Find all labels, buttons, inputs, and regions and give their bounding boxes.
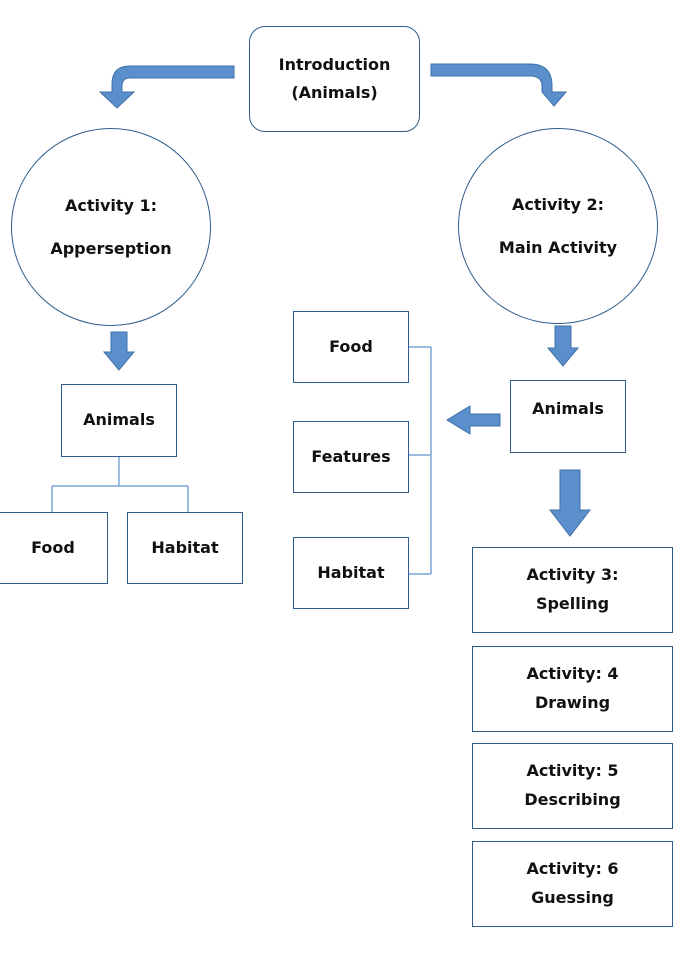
- arrow-activity2-to-animals: [546, 325, 580, 367]
- right-features-node: Features: [293, 421, 409, 493]
- right-food-label: Food: [329, 336, 373, 356]
- right-habitat-node: Habitat: [293, 537, 409, 609]
- activity3-node: Activity 3: Spelling: [472, 547, 673, 633]
- right-features-label: Features: [311, 446, 391, 466]
- activity3-title: Activity 3:: [526, 565, 619, 585]
- activity6-node: Activity: 6 Guessing: [472, 841, 673, 927]
- right-animals-node: Animals: [510, 380, 626, 453]
- left-animals-label: Animals: [83, 410, 155, 430]
- intro-title: Introduction: [278, 55, 391, 74]
- activity5-node: Activity: 5 Describing: [472, 743, 673, 829]
- activity6-title: Activity: 6: [526, 859, 619, 879]
- intro-node: Introduction (Animals): [249, 26, 420, 132]
- activity5-title: Activity: 5: [526, 761, 619, 781]
- arrow-animals-to-categories: [446, 405, 501, 435]
- right-bracket-connector: [409, 346, 432, 575]
- activity5-subtitle: Describing: [524, 790, 621, 809]
- intro-subtitle: (Animals): [291, 83, 378, 102]
- left-habitat-node: Habitat: [127, 512, 243, 584]
- activity4-subtitle: Drawing: [534, 693, 611, 712]
- arrow-intro-to-activity1: [98, 65, 235, 109]
- activity1-subtitle: Apperseption: [50, 239, 172, 258]
- arrow-animals-to-activities: [548, 469, 592, 537]
- activity2-subtitle: Main Activity: [498, 238, 618, 257]
- activity1-node: Activity 1: Apperseption: [11, 128, 211, 326]
- left-food-node: Food: [0, 512, 108, 584]
- right-habitat-label: Habitat: [317, 562, 385, 582]
- left-tree-connector: [51, 457, 189, 512]
- activity3-subtitle: Spelling: [535, 594, 610, 613]
- activity4-title: Activity: 4: [526, 664, 619, 684]
- arrow-intro-to-activity2: [430, 63, 568, 107]
- arrow-activity1-to-animals: [102, 331, 136, 371]
- left-food-label: Food: [31, 537, 75, 557]
- activity4-node: Activity: 4 Drawing: [472, 646, 673, 732]
- activity6-subtitle: Guessing: [531, 888, 614, 907]
- left-animals-node: Animals: [61, 384, 177, 457]
- right-animals-label: Animals: [532, 399, 604, 418]
- left-habitat-label: Habitat: [151, 537, 219, 557]
- right-food-node: Food: [293, 311, 409, 383]
- activity1-title: Activity 1:: [64, 195, 158, 215]
- activity2-title: Activity 2:: [511, 194, 605, 214]
- activity2-node: Activity 2: Main Activity: [458, 128, 658, 324]
